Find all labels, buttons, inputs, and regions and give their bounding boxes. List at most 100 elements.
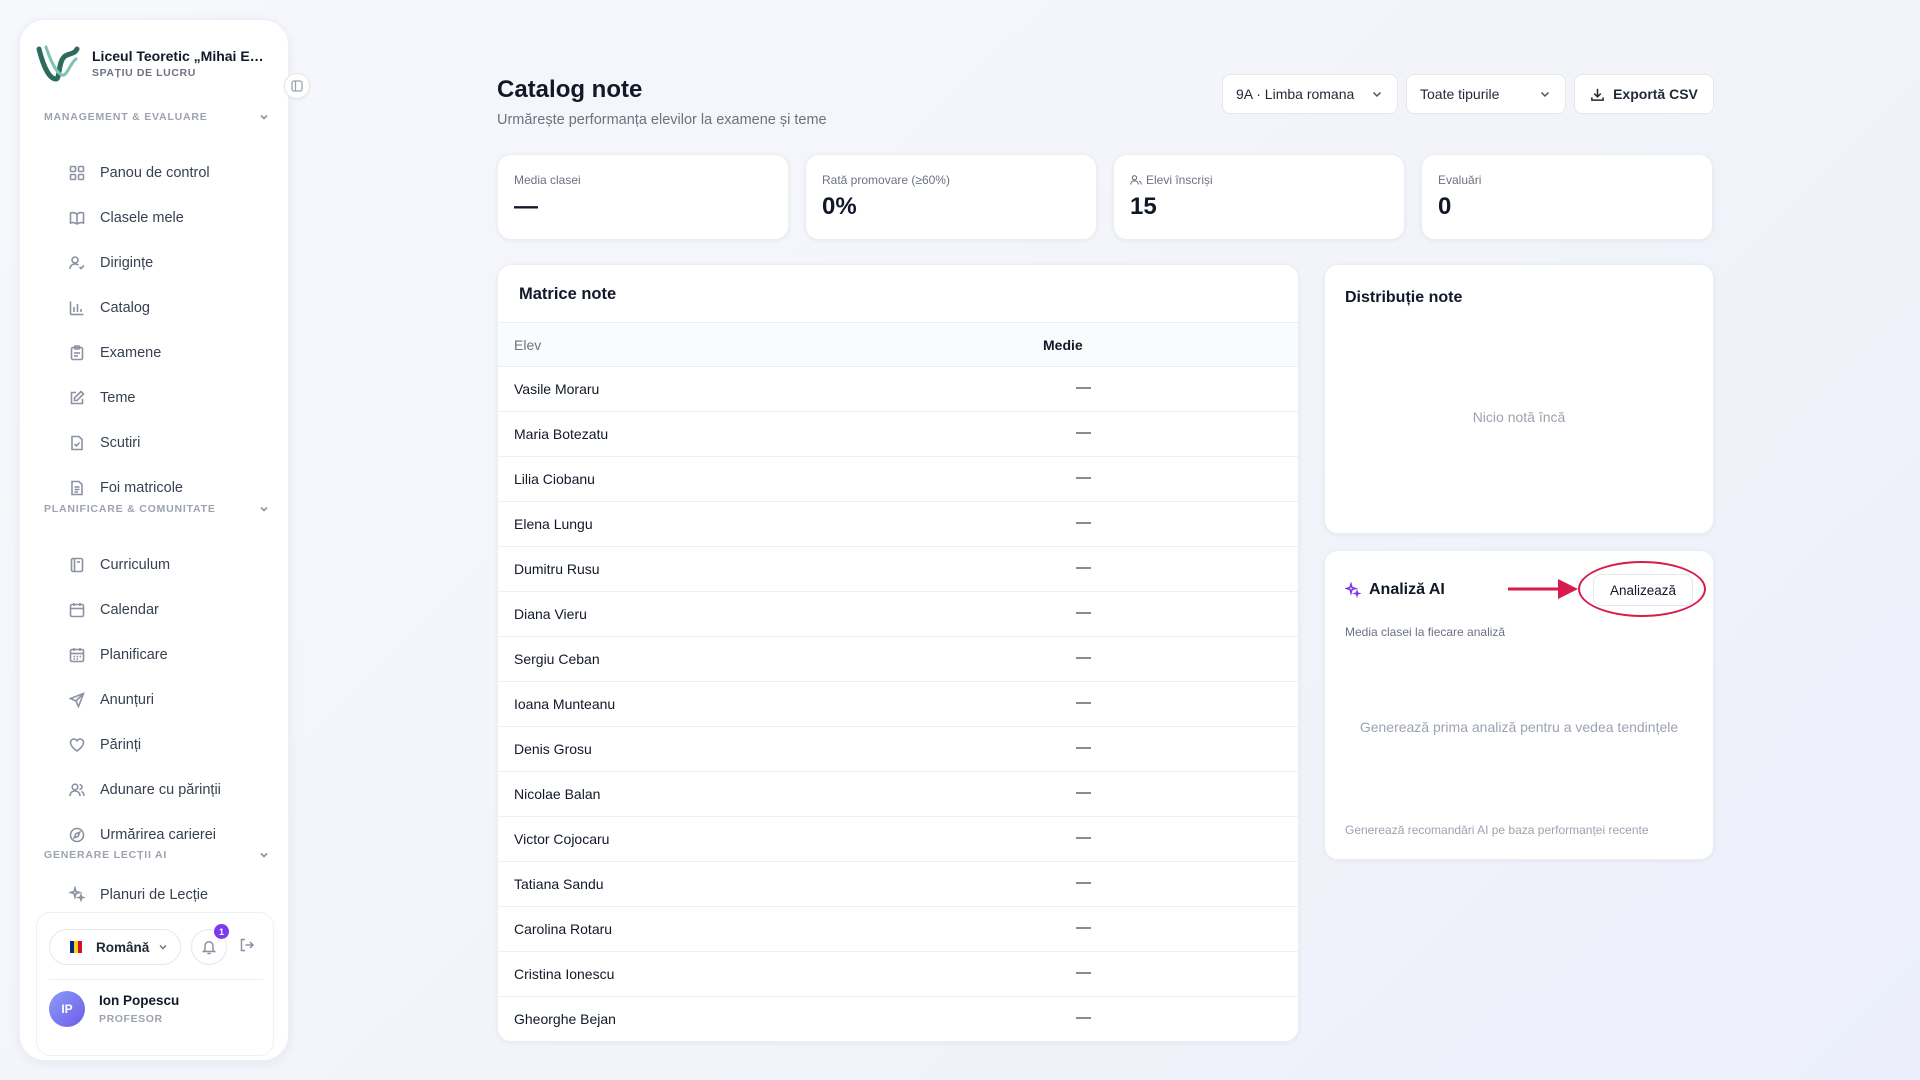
grid-icon <box>69 165 85 181</box>
sidebar-item-announcements[interactable]: Anunțuri <box>50 682 276 718</box>
distribution-empty-state: Nicio notă încă <box>1472 409 1566 425</box>
sidebar-item-dashboard[interactable]: Panou de control <box>50 155 276 191</box>
logout-icon <box>240 938 255 952</box>
language-label: Română <box>96 939 150 955</box>
table-row[interactable]: Maria Botezatu — <box>498 412 1298 457</box>
matrix-title: Matrice note <box>519 285 617 303</box>
sidebar-item-homework[interactable]: Teme <box>50 380 276 416</box>
class-select-value: 9A · Limba romana <box>1236 86 1355 102</box>
grade-distribution-panel: Distribuție note Nicio notă încă <box>1324 264 1714 534</box>
student-name: Gheorghe Bejan <box>514 1011 616 1027</box>
student-name: Tatiana Sandu <box>514 876 604 892</box>
chevron-down-icon <box>260 114 268 120</box>
sidebar-item-label: Dirigințe <box>100 255 154 271</box>
chevron-down-icon <box>159 944 167 950</box>
sidebar-item-parents[interactable]: Părinți <box>50 727 276 763</box>
column-header-average[interactable]: Medie <box>1043 337 1083 353</box>
sidebar-item-label: Curriculum <box>100 557 171 573</box>
section-title: GENERARE LECȚII AI <box>44 849 168 861</box>
table-row[interactable]: Ioana Munteanu — <box>498 682 1298 727</box>
logout-button[interactable] <box>239 937 259 957</box>
student-name: Carolina Rotaru <box>514 921 613 937</box>
sidebar-item-label: Planificare <box>100 647 168 663</box>
table-header: Elev Medie <box>498 322 1298 367</box>
type-select-value: Toate tipurile <box>1420 86 1500 102</box>
brand-subtitle: SPAȚIU DE LUCRU <box>92 66 196 79</box>
type-select[interactable]: Toate tipurile <box>1406 74 1566 114</box>
student-name: Denis Grosu <box>514 741 592 757</box>
section-title: PLANIFICARE & COMUNITATE <box>44 503 216 515</box>
annotation-highlight-ellipse <box>1578 561 1706 617</box>
table-row[interactable]: Elena Lungu — <box>498 502 1298 547</box>
table-row[interactable]: Victor Cojocaru — <box>498 817 1298 862</box>
section-management[interactable]: MANAGEMENT & EVALUARE <box>44 108 270 126</box>
sidebar-collapse-button[interactable] <box>284 73 310 99</box>
sidebar-item-lesson-plans[interactable]: Planuri de Lecție <box>50 883 276 903</box>
table-row[interactable]: Gheorghe Bejan — <box>498 997 1298 1042</box>
table-body: Vasile Moraru — Maria Botezatu — Lilia Cioba… <box>498 367 1298 1042</box>
chevron-down-icon <box>260 852 268 858</box>
notifications-button[interactable]: 1 <box>191 924 229 965</box>
student-average: — <box>1076 874 1091 891</box>
download-icon <box>1591 88 1604 101</box>
bell-icon <box>201 941 217 955</box>
brand[interactable]: Liceul Teoretic „Mihai Emi... SPAȚIU DE … <box>34 38 280 88</box>
sidebar-item-parent-meeting[interactable]: Adunare cu părinții <box>50 772 276 808</box>
student-average: — <box>1076 784 1091 801</box>
export-csv-button[interactable]: Exportă CSV <box>1574 74 1714 114</box>
student-average: — <box>1076 739 1091 756</box>
stat-label: Evaluări <box>1438 173 1482 187</box>
student-average: — <box>1076 829 1091 846</box>
student-name: Victor Cojocaru <box>514 831 610 847</box>
stat-card-class-average: Media clasei — <box>497 154 789 240</box>
student-average: — <box>1076 424 1091 441</box>
compass-icon <box>69 827 85 843</box>
sidebar-item-planning[interactable]: Planificare <box>50 637 276 673</box>
table-row[interactable]: Lilia Ciobanu — <box>498 457 1298 502</box>
table-row[interactable]: Dumitru Rusu — <box>498 547 1298 592</box>
sidebar-item-exemptions[interactable]: Scutiri <box>50 425 276 461</box>
table-row[interactable]: Cristina Ionescu — <box>498 952 1298 997</box>
table-row[interactable]: Tatiana Sandu — <box>498 862 1298 907</box>
sidebar-item-calendar[interactable]: Calendar <box>50 592 276 628</box>
distribution-title: Distribuție note <box>1345 289 1463 306</box>
table-row[interactable]: Nicolae Balan — <box>498 772 1298 817</box>
column-header-student[interactable]: Elev <box>514 337 541 353</box>
section-planning[interactable]: PLANIFICARE & COMUNITATE <box>44 500 270 518</box>
avatar[interactable]: IP <box>49 991 85 1027</box>
stat-card-pass-rate: Rată promovare (≥60%) 0% <box>805 154 1097 240</box>
table-row[interactable]: Carolina Rotaru — <box>498 907 1298 952</box>
sidebar-item-label: Calendar <box>100 602 159 618</box>
section-ai-lessons[interactable]: GENERARE LECȚII AI <box>44 846 270 864</box>
ai-subtitle: Media clasei la fiecare analiză <box>1345 625 1506 639</box>
student-name: Sergiu Ceban <box>514 651 600 667</box>
sidebar-item-exams[interactable]: Examene <box>50 335 276 371</box>
chevron-down-icon <box>1372 91 1382 98</box>
book-icon <box>70 557 84 573</box>
sidebar-item-homeroom[interactable]: Dirigințe <box>50 245 276 281</box>
student-name: Lilia Ciobanu <box>514 471 595 487</box>
sidebar-item-label: Foi matricole <box>100 480 183 496</box>
edit-icon <box>70 390 85 405</box>
users-icon <box>69 783 85 797</box>
student-name: Dumitru Rusu <box>514 561 600 577</box>
sidebar-footer: Română 1 IP Ion Popescu PROFESOR <box>36 912 274 1056</box>
brand-logo-icon <box>36 45 80 82</box>
student-average: — <box>1076 694 1091 711</box>
table-row[interactable]: Diana Vieru — <box>498 592 1298 637</box>
sidebar-item-my-classes[interactable]: Clasele mele <box>50 200 276 236</box>
class-select[interactable]: 9A · Limba romana <box>1222 74 1398 114</box>
sparkles-icon <box>1345 582 1361 598</box>
table-row[interactable]: Sergiu Ceban — <box>498 637 1298 682</box>
sidebar-item-curriculum[interactable]: Curriculum <box>50 547 276 583</box>
sidebar-item-label: Catalog <box>100 300 150 316</box>
sidebar-item-label: Teme <box>100 390 136 406</box>
language-select[interactable]: Română <box>49 929 181 965</box>
sidebar-item-catalog[interactable]: Catalog <box>50 290 276 326</box>
student-name: Elena Lungu <box>514 516 593 532</box>
ai-empty-state: Generează prima analiză pentru a vedea t… <box>1359 719 1679 735</box>
student-name: Nicolae Balan <box>514 786 601 802</box>
table-row[interactable]: Denis Grosu — <box>498 727 1298 772</box>
section-title: MANAGEMENT & EVALUARE <box>44 111 208 123</box>
table-row[interactable]: Vasile Moraru — <box>498 367 1298 412</box>
